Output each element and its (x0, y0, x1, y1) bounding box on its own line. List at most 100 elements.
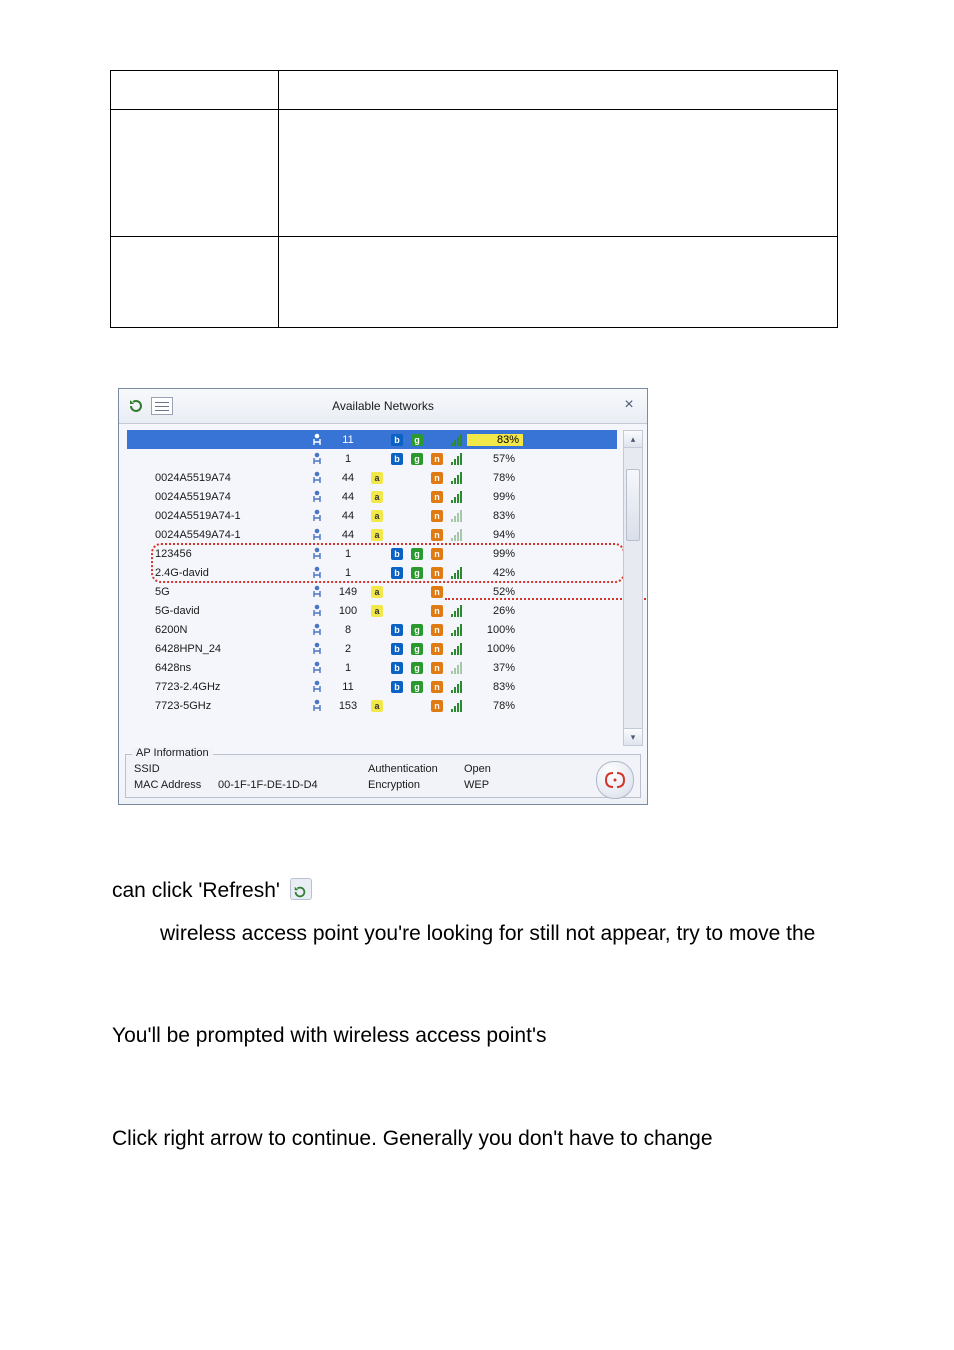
network-ssid: 123456 (155, 548, 305, 560)
network-ssid: 7723-5GHz (155, 700, 305, 712)
mode-n-icon: n (427, 528, 447, 542)
mode-n-icon: n (427, 642, 447, 656)
mode-n-icon: n (427, 490, 447, 504)
mode-n-icon: n (427, 604, 447, 618)
list-view-icon[interactable] (151, 395, 173, 417)
signal-percent: 94% (467, 529, 521, 541)
network-row[interactable]: 7723-2.4GHz11bgn83% (127, 677, 617, 696)
infrastructure-icon (305, 604, 329, 618)
scroll-up-icon[interactable]: ▴ (624, 431, 642, 448)
refresh-icon[interactable] (125, 395, 147, 417)
mode-a-icon: a (367, 509, 387, 523)
instruction-line-4: Click right arrow to continue. Generally… (112, 1123, 924, 1156)
network-row[interactable]: 1234561bgn99% (127, 544, 617, 563)
mode-g-icon: g (407, 547, 427, 561)
scroll-down-icon[interactable]: ▾ (624, 728, 642, 745)
network-row[interactable]: 5G-david100an26% (127, 601, 617, 620)
infrastructure-icon (305, 509, 329, 523)
signal-percent: 100% (467, 624, 521, 636)
network-list: 11bg83%1bgn57%0024A5519A7444an78%0024A55… (119, 424, 647, 752)
network-channel: 44 (329, 472, 367, 484)
network-row[interactable]: 1bgn57% (127, 449, 617, 468)
enc-label: Encryption (368, 779, 464, 791)
mode-b-icon: b (387, 661, 407, 675)
enc-value: WEP (464, 779, 489, 791)
network-row[interactable]: 6200N8bgn100% (127, 620, 617, 639)
ap-information-group: AP Information SSID Authentication Open … (125, 754, 641, 798)
instruction-line-1: can click 'Refresh' (112, 875, 924, 908)
mode-g-icon: g (407, 661, 427, 675)
mode-b-icon: b (387, 452, 407, 466)
signal-percent: 57% (467, 453, 521, 465)
signal-icon (447, 472, 467, 484)
network-ssid: 2.4G-david (155, 567, 305, 579)
signal-icon (447, 662, 467, 674)
network-row[interactable]: 6428HPN_242bgn100% (127, 639, 617, 658)
signal-percent: 26% (467, 605, 521, 617)
network-channel: 1 (329, 548, 367, 560)
infrastructure-icon (305, 661, 329, 675)
mode-n-icon: n (427, 585, 447, 599)
network-row[interactable]: 0024A5519A7444an78% (127, 468, 617, 487)
signal-icon (447, 529, 467, 541)
mode-b-icon: b (387, 680, 407, 694)
network-channel: 153 (329, 700, 367, 712)
signal-percent: 99% (467, 548, 521, 560)
refresh-icon (290, 878, 312, 900)
signal-percent: 83% (467, 434, 523, 446)
mode-b-icon: b (387, 623, 407, 637)
network-channel: 44 (329, 529, 367, 541)
network-channel: 1 (329, 567, 367, 579)
available-networks-window: Available Networks × 11bg83%1bgn57%0024A… (118, 388, 648, 805)
signal-icon (447, 700, 467, 712)
network-row[interactable]: 0024A5549A74-144an94% (127, 525, 617, 544)
network-channel: 44 (329, 510, 367, 522)
instruction-line-2: wireless access point you're looking for… (160, 918, 924, 951)
mode-b-icon: b (387, 566, 407, 580)
mac-value: 00-1F-1F-DE-1D-D4 (218, 779, 368, 791)
network-channel: 8 (329, 624, 367, 636)
network-row[interactable]: 6428ns1bgn37% (127, 658, 617, 677)
network-channel: 11 (329, 434, 367, 446)
signal-percent: 78% (467, 472, 521, 484)
network-ssid: 5G-david (155, 605, 305, 617)
network-channel: 1 (329, 453, 367, 465)
infrastructure-icon (305, 490, 329, 504)
network-row[interactable]: 11bg83% (127, 430, 617, 449)
network-ssid: 0024A5519A74 (155, 491, 305, 503)
signal-icon (447, 510, 467, 522)
network-row[interactable]: 0024A5519A74-144an83% (127, 506, 617, 525)
network-row[interactable]: 5G149an52% (127, 582, 617, 601)
network-channel: 100 (329, 605, 367, 617)
signal-icon (447, 453, 467, 465)
signal-icon (447, 491, 467, 503)
scrollbar[interactable]: ▴ ▾ (623, 430, 643, 746)
instruction-line-3: You'll be prompted with wireless access … (112, 1020, 924, 1053)
network-row[interactable]: 0024A5519A7444an99% (127, 487, 617, 506)
ssid-label: SSID (134, 763, 218, 775)
mode-g-icon: g (407, 566, 427, 580)
network-ssid: 6428HPN_24 (155, 643, 305, 655)
network-ssid: 6200N (155, 624, 305, 636)
mode-n-icon: n (427, 566, 447, 580)
mode-n-icon: n (427, 509, 447, 523)
close-button[interactable]: × (619, 395, 639, 415)
signal-icon (447, 643, 467, 655)
signal-percent: 52% (467, 586, 521, 598)
network-row[interactable]: 7723-5GHz153an78% (127, 696, 617, 715)
auth-label: Authentication (368, 763, 464, 775)
network-ssid: 0024A5519A74-1 (155, 510, 305, 522)
signal-percent: 42% (467, 567, 521, 579)
network-ssid: 0024A5549A74-1 (155, 529, 305, 541)
network-row[interactable]: 2.4G-david 1 bgn 42% (127, 563, 617, 582)
mode-a-icon: a (367, 471, 387, 485)
network-channel: 2 (329, 643, 367, 655)
infrastructure-icon (305, 623, 329, 637)
signal-percent: 78% (467, 700, 521, 712)
connect-arrow-button[interactable] (596, 761, 634, 799)
infrastructure-icon (305, 452, 329, 466)
infrastructure-icon (305, 528, 329, 542)
mode-b-icon: b (387, 547, 407, 561)
scroll-thumb[interactable] (626, 469, 640, 541)
infrastructure-icon (305, 547, 329, 561)
